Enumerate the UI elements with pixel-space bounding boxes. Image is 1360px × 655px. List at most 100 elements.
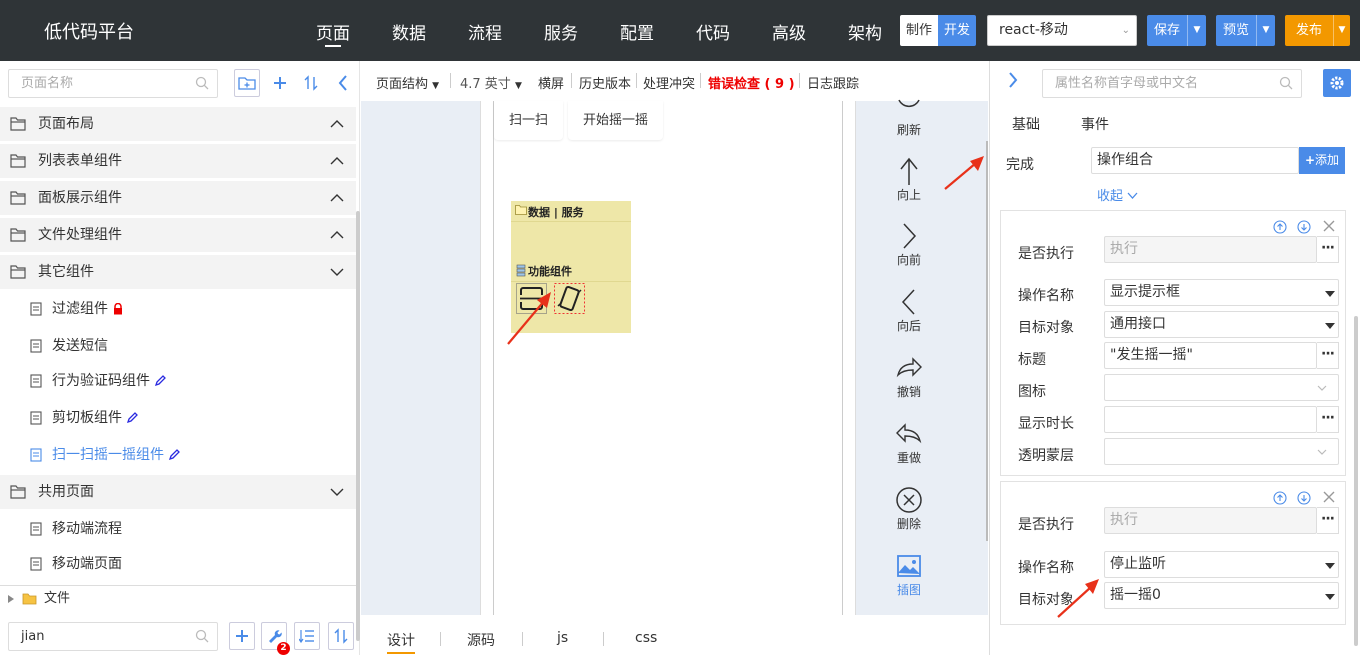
tree-group-file[interactable]: 文件处理组件 <box>0 218 356 252</box>
nav-page[interactable]: 页面 <box>316 19 350 44</box>
scan-button[interactable]: 扫一扫 <box>494 101 564 140</box>
nav-architecture[interactable]: 架构 <box>848 19 882 44</box>
redo-action[interactable]: 重做 <box>881 419 937 466</box>
nav-service[interactable]: 服务 <box>544 19 578 44</box>
preview-button[interactable]: 预览 <box>1216 15 1256 46</box>
tree-item-clipboard[interactable]: 剪切板组件 <box>0 401 356 435</box>
exec-label: 是否执行 <box>1018 517 1074 533</box>
delete-action[interactable]: 删除 <box>881 485 937 532</box>
move-up-circle-icon[interactable] <box>1273 220 1287 234</box>
move-up-circle-icon[interactable] <box>1273 491 1287 505</box>
device-size-select[interactable]: 4.7 英寸 ▼ <box>460 73 522 92</box>
save-dropdown-icon[interactable]: ▼ <box>1187 15 1206 46</box>
page-structure-button[interactable]: 页面结构 ▼ <box>376 73 439 92</box>
chevron-right-icon[interactable] <box>1008 72 1018 88</box>
move-down-circle-icon[interactable] <box>1297 491 1311 505</box>
tree-item-mobile-flow[interactable]: 移动端流程 <box>0 512 356 546</box>
tree-group-list-form[interactable]: 列表表单组件 <box>0 144 356 178</box>
collapse-left-button[interactable] <box>330 69 356 97</box>
tab-design[interactable]: 设计 <box>387 630 415 654</box>
tree-item-captcha[interactable]: 行为验证码组件 <box>0 364 356 398</box>
icon-select[interactable] <box>1104 374 1339 401</box>
property-scrollbar[interactable] <box>1354 316 1358 646</box>
nav-flow[interactable]: 流程 <box>468 19 502 44</box>
mask-select[interactable] <box>1104 438 1339 465</box>
close-icon[interactable] <box>1322 490 1336 504</box>
nav-config[interactable]: 配置 <box>620 19 654 44</box>
move-down-circle-icon[interactable] <box>1297 220 1311 234</box>
page-search-input[interactable]: 页面名称 <box>8 69 218 98</box>
target-select[interactable]: 摇一摇0 <box>1104 582 1339 609</box>
new-folder-button[interactable] <box>234 69 260 97</box>
save-button[interactable]: 保存 <box>1147 15 1187 46</box>
redo-icon <box>896 423 922 444</box>
project-select[interactable]: react-移动 ⌄ <box>987 15 1137 46</box>
left-scrollbar[interactable] <box>356 211 360 641</box>
conflict-button[interactable]: 处理冲突 <box>643 73 695 92</box>
sort-button[interactable] <box>298 69 324 97</box>
start-shake-button[interactable]: 开始摇一摇 <box>568 101 664 140</box>
log-trace-button[interactable]: 日志跟踪 <box>807 73 859 92</box>
close-icon[interactable] <box>1322 219 1336 233</box>
title-input[interactable]: "发生摇一摇" <box>1104 342 1317 369</box>
title-more-button[interactable]: ··· <box>1317 342 1339 369</box>
refresh-action[interactable]: 刷新 <box>881 91 937 138</box>
tab-js[interactable]: js <box>557 630 568 646</box>
add-page-button[interactable] <box>267 69 293 97</box>
duration-input[interactable] <box>1104 406 1317 433</box>
component-search-input[interactable]: jian <box>8 622 218 651</box>
exec-more-button[interactable]: ··· <box>1317 236 1339 263</box>
add-action-button[interactable]: +添加 <box>1299 147 1345 174</box>
history-button[interactable]: 历史版本 <box>579 73 631 92</box>
caret-down-icon <box>1325 594 1335 600</box>
preview-dropdown-icon[interactable]: ▼ <box>1256 15 1275 46</box>
canvas-scrollbar[interactable] <box>986 141 988 541</box>
target-select[interactable]: 通用接口 <box>1104 311 1339 338</box>
collapse-toggle[interactable]: 收起 <box>1097 185 1138 204</box>
exec-condition-input[interactable]: 执行 <box>1104 507 1317 534</box>
insert-image-action[interactable]: 插图 <box>881 551 937 598</box>
settings-button[interactable] <box>1323 69 1351 97</box>
tree-item-mobile-page[interactable]: 移动端页面 <box>0 547 356 581</box>
move-up-action[interactable]: 向上 <box>881 156 937 203</box>
op-name-select[interactable]: 显示提示框 <box>1104 279 1339 306</box>
move-forward-action[interactable]: 向前 <box>881 221 937 268</box>
indent-button[interactable] <box>294 622 320 650</box>
publish-dropdown-icon[interactable]: ▼ <box>1333 15 1350 46</box>
op-name-label: 操作名称 <box>1018 288 1074 304</box>
op-name-select[interactable]: 停止监听 <box>1104 551 1339 578</box>
landscape-button[interactable]: 横屏 <box>538 73 564 92</box>
tree-group-shared[interactable]: 共用页面 <box>0 475 356 509</box>
tab-basic[interactable]: 基础 <box>1012 114 1040 134</box>
add-component-button[interactable] <box>229 622 255 650</box>
tab-css[interactable]: css <box>635 630 657 646</box>
tree-item-sms[interactable]: 发送短信 <box>0 329 356 363</box>
tree-group-other[interactable]: 其它组件 <box>0 255 356 289</box>
nav-data[interactable]: 数据 <box>392 19 426 44</box>
tree-item-scan-shake[interactable]: 扫一扫摇一摇组件 <box>0 438 356 472</box>
duration-more-button[interactable]: ··· <box>1317 406 1339 433</box>
tab-source[interactable]: 源码 <box>467 630 495 650</box>
tab-event[interactable]: 事件 <box>1081 114 1109 134</box>
undo-action[interactable]: 撤销 <box>881 353 937 400</box>
exec-condition-input[interactable]: 执行 <box>1104 236 1317 263</box>
phone-preview: 扫一扫 开始摇一摇 数据 | 服务 功能组件 <box>480 101 856 615</box>
tree-group-panel[interactable]: 面板展示组件 <box>0 181 356 215</box>
delete-label: 删除 <box>896 517 921 531</box>
sort-components-button[interactable] <box>328 622 354 650</box>
shake-icon[interactable] <box>554 283 585 314</box>
mode-dev-button[interactable]: 开发 <box>938 15 977 46</box>
publish-button[interactable]: 发布 <box>1285 15 1333 46</box>
scan-icon[interactable] <box>516 283 547 314</box>
error-check-button[interactable]: 错误检查 ( 9 ) <box>708 73 795 92</box>
tree-group-layout[interactable]: 页面布局 <box>0 107 356 141</box>
nav-code[interactable]: 代码 <box>696 19 730 44</box>
tree-item-filter[interactable]: 过滤组件 <box>0 292 356 326</box>
property-search-input[interactable]: 属性名称首字母或中文名 <box>1042 69 1302 98</box>
nav-advanced[interactable]: 高级 <box>772 19 806 44</box>
mode-make-button[interactable]: 制作 <box>900 15 939 46</box>
complete-action-input[interactable]: 操作组合 <box>1091 147 1299 174</box>
files-tree-row[interactable]: 文件 <box>0 585 356 611</box>
exec-more-button[interactable]: ··· <box>1317 507 1339 534</box>
move-back-action[interactable]: 向后 <box>881 287 937 334</box>
